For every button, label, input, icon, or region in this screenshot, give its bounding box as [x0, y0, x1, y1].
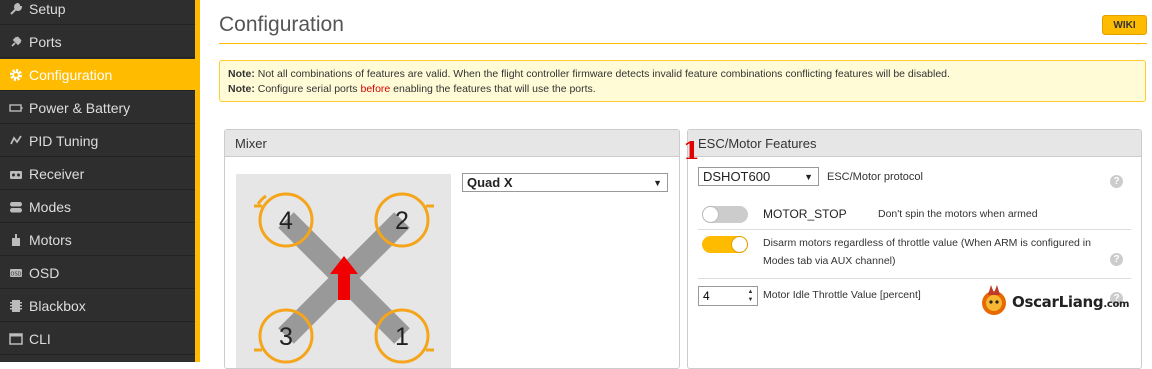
toggle-knob: [731, 236, 748, 253]
note-highlight: before: [360, 82, 391, 95]
sidebar-item-setup[interactable]: Setup: [0, 0, 195, 25]
note-text: Not all combinations of features are val…: [254, 68, 950, 80]
note-line-1: Note: Not all combinations of features a…: [228, 67, 1137, 82]
sidebar-item-label: Setup: [29, 0, 66, 17]
sidebar-item-label: Configuration: [29, 66, 113, 83]
plug-icon: [8, 34, 23, 49]
wrench-icon: [8, 1, 23, 16]
sidebar-item-label: Modes: [29, 198, 72, 215]
note-text: Configure serial ports: [254, 82, 361, 95]
toggles-icon: [8, 199, 23, 214]
receiver-icon: [8, 166, 23, 181]
note-line-2: Note: Configure serial ports before enab…: [228, 82, 1137, 97]
chevron-down-icon: ▼: [804, 172, 813, 182]
watermark-suffix: .com: [1103, 299, 1130, 310]
motor-icon: [8, 232, 23, 247]
note-prefix: Note:: [228, 82, 255, 95]
watermark-logo-icon: [982, 285, 1006, 315]
mixer-diagram: 4 2 3 1: [236, 174, 451, 368]
motor-stop-toggle[interactable]: [702, 206, 748, 223]
sidebar-item-label: Motors: [29, 231, 72, 248]
esc-motor-panel: ESC/Motor Features DSHOT600 ▼ ESC/Motor …: [687, 129, 1142, 369]
title-divider: [219, 43, 1147, 44]
sidebar-item-modes[interactable]: Modes: [0, 191, 195, 223]
watermark-text: OscarLiang.com: [1012, 293, 1129, 311]
svg-text:3: 3: [279, 323, 293, 351]
esc-protocol-select[interactable]: DSHOT600 ▼: [698, 167, 819, 186]
sidebar-item-motors[interactable]: Motors: [0, 224, 195, 256]
help-icon[interactable]: ?: [1110, 253, 1123, 266]
esc-protocol-label: ESC/Motor protocol: [827, 171, 923, 183]
wiki-button[interactable]: WIKI: [1102, 15, 1147, 35]
sidebar-item-receiver[interactable]: Receiver: [0, 158, 195, 190]
mixer-panel-title: Mixer: [225, 130, 679, 157]
note-text: enabling the features that will use the …: [390, 82, 596, 95]
mixer-type-select[interactable]: Quad X ▼: [462, 173, 668, 192]
esc-panel-title: ESC/Motor Features: [688, 130, 1141, 157]
sidebar-item-power-battery[interactable]: Power & Battery: [0, 92, 195, 124]
stepper-down-icon[interactable]: ▼: [746, 296, 755, 304]
sidebar-item-cli[interactable]: CLI: [0, 323, 195, 355]
toggle-knob: [702, 206, 719, 223]
watermark-name: OscarLiang: [1012, 293, 1104, 311]
row-divider: [698, 229, 1131, 230]
disarm-description: Disarm motors regardless of throttle val…: [763, 237, 1091, 267]
page-title: Configuration: [219, 13, 344, 36]
sidebar-item-label: Blackbox: [29, 297, 86, 314]
sidebar-item-ports[interactable]: Ports: [0, 26, 195, 58]
sliders-icon: [8, 133, 23, 148]
battery-icon: [8, 100, 23, 115]
sidebar-item-configuration[interactable]: Configuration: [0, 59, 195, 91]
sidebar-item-label: Power & Battery: [29, 99, 131, 116]
motor-1: 1: [374, 308, 434, 364]
help-icon[interactable]: ?: [1110, 175, 1123, 188]
motor-idle-input[interactable]: 4 ▲ ▼: [698, 286, 758, 306]
motor-stop-description: Don't spin the motors when armed: [878, 208, 1038, 220]
sidebar-item-label: OSD: [29, 264, 60, 281]
disarm-toggle[interactable]: [702, 236, 748, 253]
oscarliang-watermark: OscarLiang.com: [980, 281, 1129, 321]
motor-stop-label: MOTOR_STOP: [763, 207, 847, 221]
mixer-type-value: Quad X: [467, 175, 513, 190]
motor-2: 2: [374, 192, 434, 248]
sidebar-item-osd[interactable]: OSD OSD: [0, 257, 195, 289]
mixer-panel: Mixer 4 2 3 1 Quad X ▼: [224, 129, 680, 369]
sidebar: Setup Ports Configuration Power & Batter…: [0, 0, 195, 362]
gear-icon: [8, 67, 23, 82]
svg-text:4: 4: [279, 207, 293, 235]
svg-text:1: 1: [395, 323, 409, 351]
osd-icon: OSD: [8, 265, 23, 280]
motor-idle-value: 4: [703, 289, 710, 303]
svg-text:2: 2: [395, 207, 409, 235]
esc-protocol-value: DSHOT600: [703, 169, 771, 184]
sidebar-item-label: PID Tuning: [29, 132, 99, 149]
chevron-down-icon: ▼: [653, 178, 662, 188]
sidebar-item-pid-tuning[interactable]: PID Tuning: [0, 125, 195, 157]
disarm-description-line-1: Disarm motors regardless of throttle val…: [763, 237, 1091, 249]
motor-3: 3: [254, 308, 314, 364]
motor-idle-label: Motor Idle Throttle Value [percent]: [763, 289, 921, 301]
sidebar-item-label: Ports: [29, 33, 62, 50]
stepper-up-icon[interactable]: ▲: [746, 288, 755, 296]
note-box: Note: Not all combinations of features a…: [219, 60, 1146, 102]
note-prefix: Note:: [228, 68, 255, 80]
svg-text:OSD: OSD: [10, 271, 21, 277]
sidebar-item-label: CLI: [29, 330, 51, 347]
sidebar-item-blackbox[interactable]: Blackbox: [0, 290, 195, 322]
row-divider: [698, 278, 1131, 279]
disarm-description-line-2: Modes tab via AUX channel): [763, 255, 896, 267]
terminal-icon: [8, 331, 23, 346]
annotation-number: 1: [683, 136, 700, 165]
blackbox-icon: [8, 298, 23, 313]
motor-4: 4: [254, 192, 314, 248]
sidebar-item-label: Receiver: [29, 165, 85, 182]
